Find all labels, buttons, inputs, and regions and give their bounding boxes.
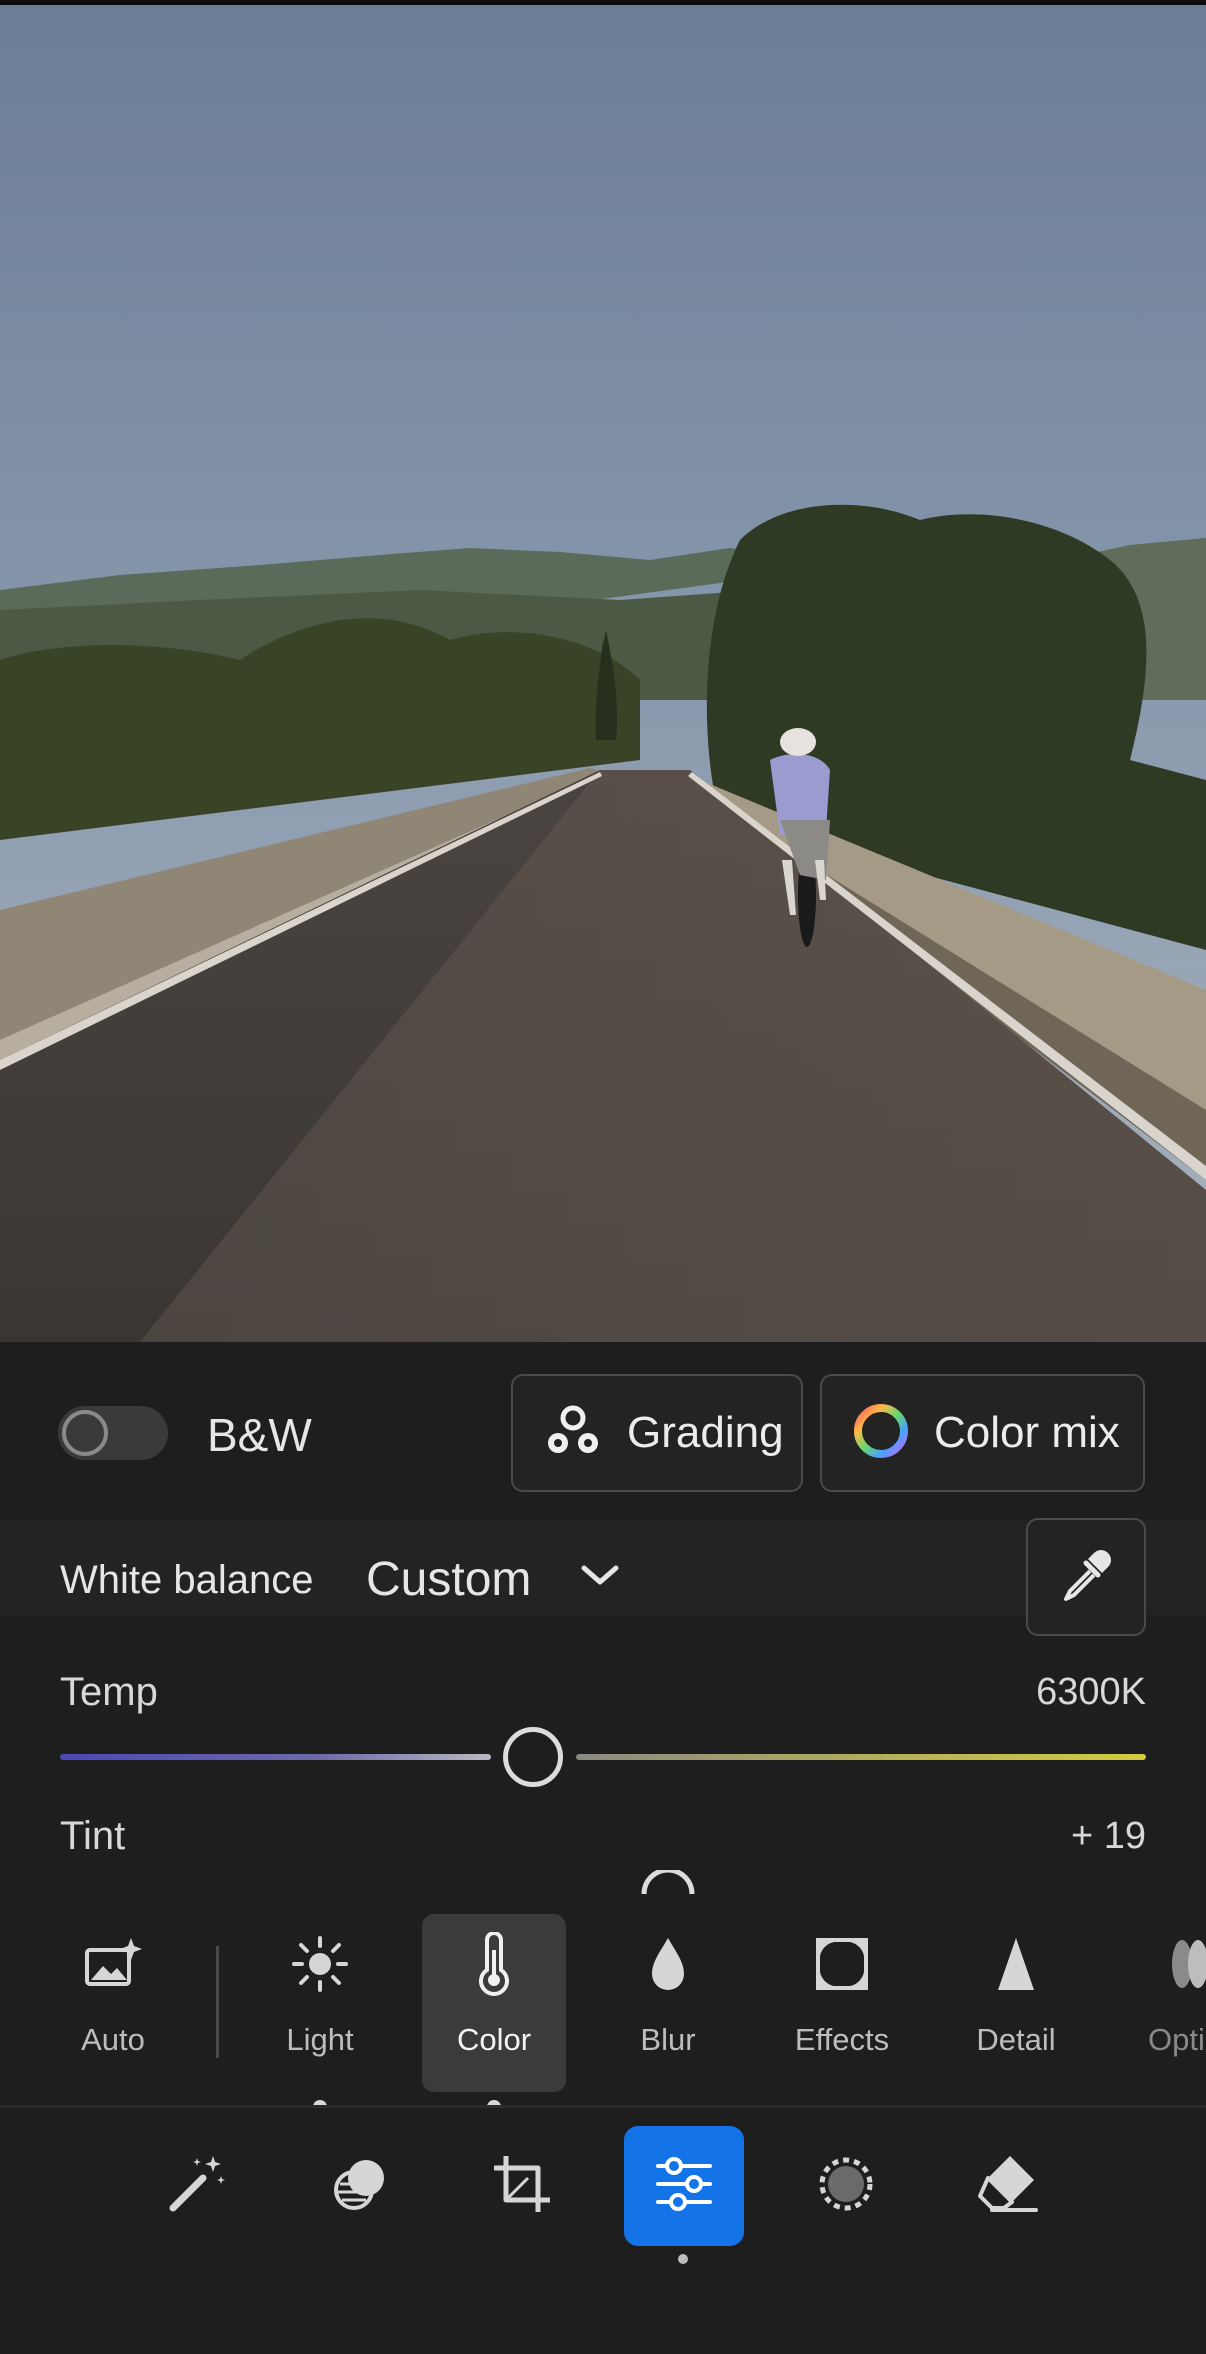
tool-detail[interactable]: Detail [944, 1914, 1088, 2092]
photo-editor-app: B&W Grading Color mix White balance Cust… [0, 0, 1206, 2354]
white-balance-select[interactable]: Custom [366, 1552, 531, 1607]
masking-circle-icon [814, 2152, 878, 2221]
photo-image [0, 0, 1206, 1342]
tool-blur-label: Blur [640, 2022, 696, 2057]
toggle-knob [62, 1410, 108, 1456]
temp-track-warm [575, 1754, 1146, 1760]
chevron-down-icon[interactable] [578, 1560, 622, 1595]
auto-sparkle-image-icon [81, 1914, 145, 2014]
temp-track-cool [60, 1754, 492, 1760]
color-wheel-icon [852, 1402, 910, 1465]
crop-icon [488, 2150, 556, 2223]
grading-button[interactable]: Grading [511, 1374, 803, 1492]
tool-divider [216, 1946, 219, 2058]
tool-effects-label: Effects [794, 2022, 890, 2057]
photo-canvas[interactable] [0, 0, 1206, 1342]
eraser-icon [974, 2150, 1042, 2223]
vignette-frame-icon [812, 1914, 872, 2014]
tool-blur[interactable]: Blur [596, 1914, 740, 2092]
tool-auto-label: Auto [81, 2022, 145, 2057]
tool-effects[interactable]: Effects [770, 1914, 914, 2092]
sliders-icon [652, 2152, 716, 2221]
tool-optics[interactable]: Opti [1118, 1914, 1206, 2092]
eyedropper-button[interactable] [1026, 1518, 1146, 1636]
thermometer-icon [472, 1914, 516, 2014]
lens-icon [1118, 1914, 1206, 2014]
masking-button[interactable] [786, 2126, 906, 2246]
triangle-icon [994, 1914, 1038, 2014]
temp-value: 6300K [1036, 1671, 1146, 1713]
white-balance-label: White balance [60, 1558, 314, 1602]
crop-button[interactable] [462, 2126, 582, 2246]
color-mix-button[interactable]: Color mix [820, 1374, 1145, 1492]
presets-overlap-icon [326, 2150, 394, 2223]
tool-light[interactable]: Light [248, 1914, 392, 2092]
tint-value: + 19 [1070, 1815, 1146, 1857]
adjust-button[interactable] [624, 2126, 744, 2246]
tool-auto[interactable]: Auto [41, 1914, 185, 2092]
grading-label: Grading [627, 1408, 784, 1457]
tool-light-label: Light [286, 2022, 354, 2057]
remove-button[interactable] [948, 2126, 1068, 2246]
tool-detail-label: Detail [976, 2022, 1056, 2057]
tool-color-label: Color [456, 2022, 532, 2057]
eyedropper-icon [1056, 1545, 1116, 1610]
bw-toggle[interactable] [58, 1406, 168, 1460]
active-tab-indicator [678, 2254, 688, 2264]
status-strip [0, 0, 1206, 5]
magic-wand-icon [163, 2150, 231, 2223]
grading-icon [543, 1403, 603, 1464]
temp-label: Temp [60, 1670, 158, 1714]
bw-label: B&W [207, 1409, 312, 1461]
tint-slider-thumb[interactable] [638, 1867, 698, 1901]
magic-wand-button[interactable] [137, 2126, 257, 2246]
tool-optics-label: Opti [1148, 2022, 1205, 2057]
presets-button[interactable] [300, 2126, 420, 2246]
tool-color[interactable]: Color [422, 1914, 566, 2092]
droplet-icon [646, 1914, 690, 2014]
tint-label: Tint [60, 1814, 126, 1858]
color-mix-label: Color mix [934, 1408, 1120, 1457]
temp-slider[interactable] [60, 1754, 1146, 1760]
sun-icon [290, 1914, 350, 2014]
